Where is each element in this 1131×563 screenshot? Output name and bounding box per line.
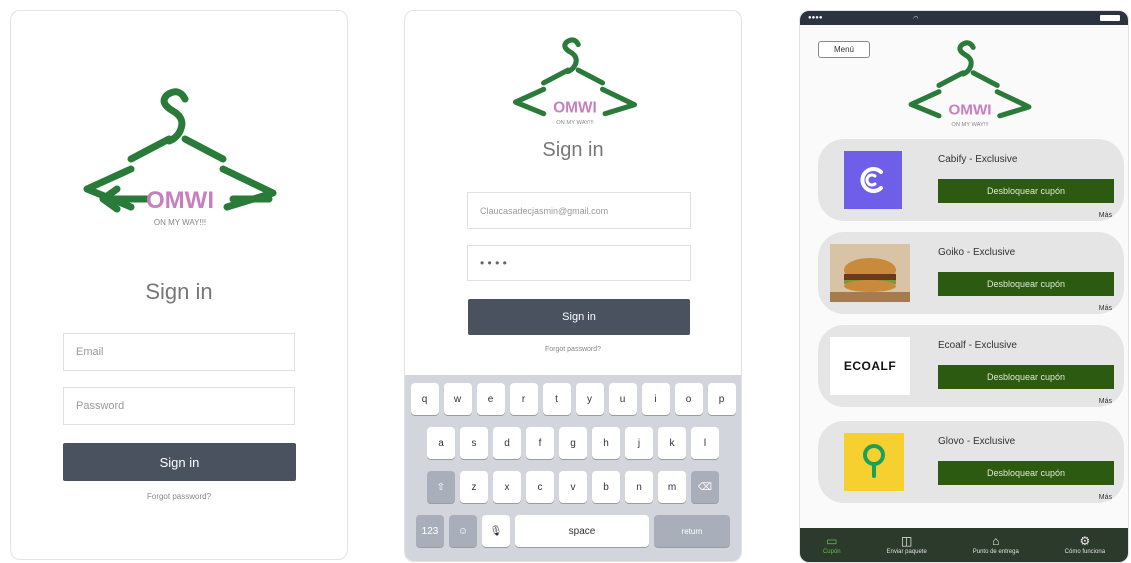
more-link[interactable]: Más	[1099, 398, 1112, 405]
sign-in-button[interactable]: Sign in	[63, 443, 296, 481]
glovo-logo-icon	[844, 433, 904, 491]
forgot-password-link[interactable]: Forgot password?	[11, 492, 347, 501]
more-link[interactable]: Más	[1099, 494, 1112, 501]
microphone-icon[interactable]: 🎙	[482, 515, 510, 547]
coupon-card: Goiko - Exclusive Desbloquear cupón Más	[818, 232, 1124, 314]
svg-text:ON MY WAY!!!: ON MY WAY!!!	[951, 122, 989, 128]
numbers-key[interactable]: 123	[416, 515, 444, 547]
keyboard-row-1: q w e r t y u i o p	[405, 383, 741, 415]
forgot-password-link[interactable]: Forgot password?	[405, 346, 741, 353]
key[interactable]: k	[658, 427, 686, 459]
tab-how-it-works[interactable]: ⚙ Cómo funciona	[1065, 535, 1105, 555]
omwi-logo: OMWI ON MY WAY!!!	[505, 33, 645, 129]
unlock-coupon-button[interactable]: Desbloquear cupón	[938, 461, 1114, 485]
key[interactable]: e	[476, 383, 505, 415]
signal-icon: ●●●●	[808, 15, 823, 21]
battery-icon	[1100, 15, 1120, 21]
key[interactable]: a	[427, 427, 455, 459]
space-key[interactable]: space	[515, 515, 649, 547]
backspace-key-icon[interactable]: ⌫	[691, 471, 719, 503]
key[interactable]: r	[509, 383, 538, 415]
status-bar: ●●●● ◠	[800, 11, 1128, 25]
omwi-logo: OMWI ON MY WAY!!!	[73, 81, 287, 231]
gear-icon: ⚙	[1079, 534, 1091, 548]
page-title: Sign in	[542, 139, 604, 161]
coupon-icon: ▭	[826, 534, 838, 548]
key[interactable]: j	[625, 427, 653, 459]
package-icon: ◫	[901, 534, 913, 548]
tab-label: Punto de entrega	[972, 549, 1019, 555]
keyboard-row-3: ⇧ z x c v b n m ⌫	[405, 471, 741, 503]
key[interactable]: m	[658, 471, 686, 503]
login-screen-typing: OMWI ON MY WAY!!! Sign in Claucasadecjas…	[404, 10, 742, 562]
key[interactable]: q	[410, 383, 439, 415]
keyboard-row-2: a s d f g h j k l	[405, 427, 741, 459]
coupon-card: Cabify - Exclusive Desbloquear cupón Más	[818, 139, 1124, 221]
unlock-coupon-button[interactable]: Desbloquear cupón	[938, 272, 1114, 296]
unlock-coupon-button[interactable]: Desbloquear cupón	[938, 179, 1114, 203]
coupon-title: Cabify - Exclusive	[938, 154, 1018, 165]
sign-in-button[interactable]: Sign in	[468, 299, 690, 335]
key[interactable]: s	[460, 427, 488, 459]
home-icon: ⌂	[992, 534, 1000, 548]
coupon-card: Glovo - Exclusive Desbloquear cupón Más	[818, 421, 1124, 503]
key[interactable]: t	[542, 383, 571, 415]
coupon-title: Glovo - Exclusive	[938, 436, 1016, 447]
on-screen-keyboard: q w e r t y u i o p a s d f g h j k l ⇧ …	[405, 375, 741, 561]
key[interactable]: z	[460, 471, 488, 503]
key[interactable]: i	[641, 383, 670, 415]
key[interactable]: x	[493, 471, 521, 503]
key[interactable]: y	[575, 383, 604, 415]
omwi-logo: OMWI ON MY WAY!!!	[900, 36, 1040, 131]
key[interactable]: g	[559, 427, 587, 459]
svg-text:OMWI: OMWI	[553, 99, 597, 116]
tab-delivery-point[interactable]: ⌂ Punto de entrega	[973, 535, 1019, 555]
unlock-coupon-button[interactable]: Desbloquear cupón	[938, 365, 1114, 389]
email-field[interactable]: Email	[63, 333, 295, 371]
coupon-title: Goiko - Exclusive	[938, 247, 1016, 258]
ecoalf-logo: ECOALF	[830, 337, 910, 395]
tab-coupon[interactable]: ▭ Cupón	[823, 535, 841, 555]
tab-label: Enviar paquete	[886, 549, 927, 555]
key[interactable]: w	[443, 383, 472, 415]
svg-text:ON MY WAY!!!: ON MY WAY!!!	[556, 120, 594, 126]
coupon-card: ECOALF Ecoalf - Exclusive Desbloquear cu…	[818, 325, 1124, 407]
key[interactable]: p	[707, 383, 736, 415]
svg-text:OMWI: OMWI	[948, 102, 991, 119]
cabify-logo-icon	[844, 151, 902, 209]
emoji-key-icon[interactable]: ☺	[449, 515, 477, 547]
password-field[interactable]: Password	[63, 387, 295, 425]
tab-send-package[interactable]: ◫ Enviar paquete	[887, 535, 927, 555]
key[interactable]: l	[691, 427, 719, 459]
shift-key-icon[interactable]: ⇧	[427, 471, 455, 503]
key[interactable]: n	[625, 471, 653, 503]
key[interactable]: v	[559, 471, 587, 503]
wifi-icon: ◠	[913, 15, 919, 22]
more-link[interactable]: Más	[1099, 305, 1112, 312]
keyboard-row-4: 123 ☺ 🎙 space return	[405, 515, 741, 547]
tab-label: Cupón	[822, 549, 841, 555]
svg-text:ON MY WAY!!!: ON MY WAY!!!	[154, 218, 206, 227]
bottom-tab-bar: ▭ Cupón ◫ Enviar paquete ⌂ Punto de entr…	[800, 528, 1128, 562]
key[interactable]: b	[592, 471, 620, 503]
tab-label: Cómo funciona	[1064, 549, 1106, 555]
more-link[interactable]: Más	[1099, 212, 1112, 219]
key[interactable]: c	[526, 471, 554, 503]
key[interactable]: o	[674, 383, 703, 415]
key[interactable]: d	[493, 427, 521, 459]
menu-button[interactable]: Menú	[818, 41, 870, 58]
burger-photo	[830, 244, 910, 302]
coupon-title: Ecoalf - Exclusive	[938, 340, 1017, 351]
page-title: Sign in	[145, 279, 213, 304]
svg-text:OMWI: OMWI	[146, 187, 214, 214]
key[interactable]: f	[526, 427, 554, 459]
login-screen-empty: OMWI ON MY WAY!!! Sign in Email Password…	[10, 10, 348, 560]
key[interactable]: h	[592, 427, 620, 459]
return-key[interactable]: return	[654, 515, 730, 547]
password-field[interactable]: • • • •	[467, 245, 691, 281]
key[interactable]: u	[608, 383, 637, 415]
email-field[interactable]: Claucasadecjasmin@gmail.com	[467, 192, 691, 229]
coupons-screen: ●●●● ◠ Menú OMWI ON MY WAY!!! Cabify - E…	[799, 10, 1129, 563]
